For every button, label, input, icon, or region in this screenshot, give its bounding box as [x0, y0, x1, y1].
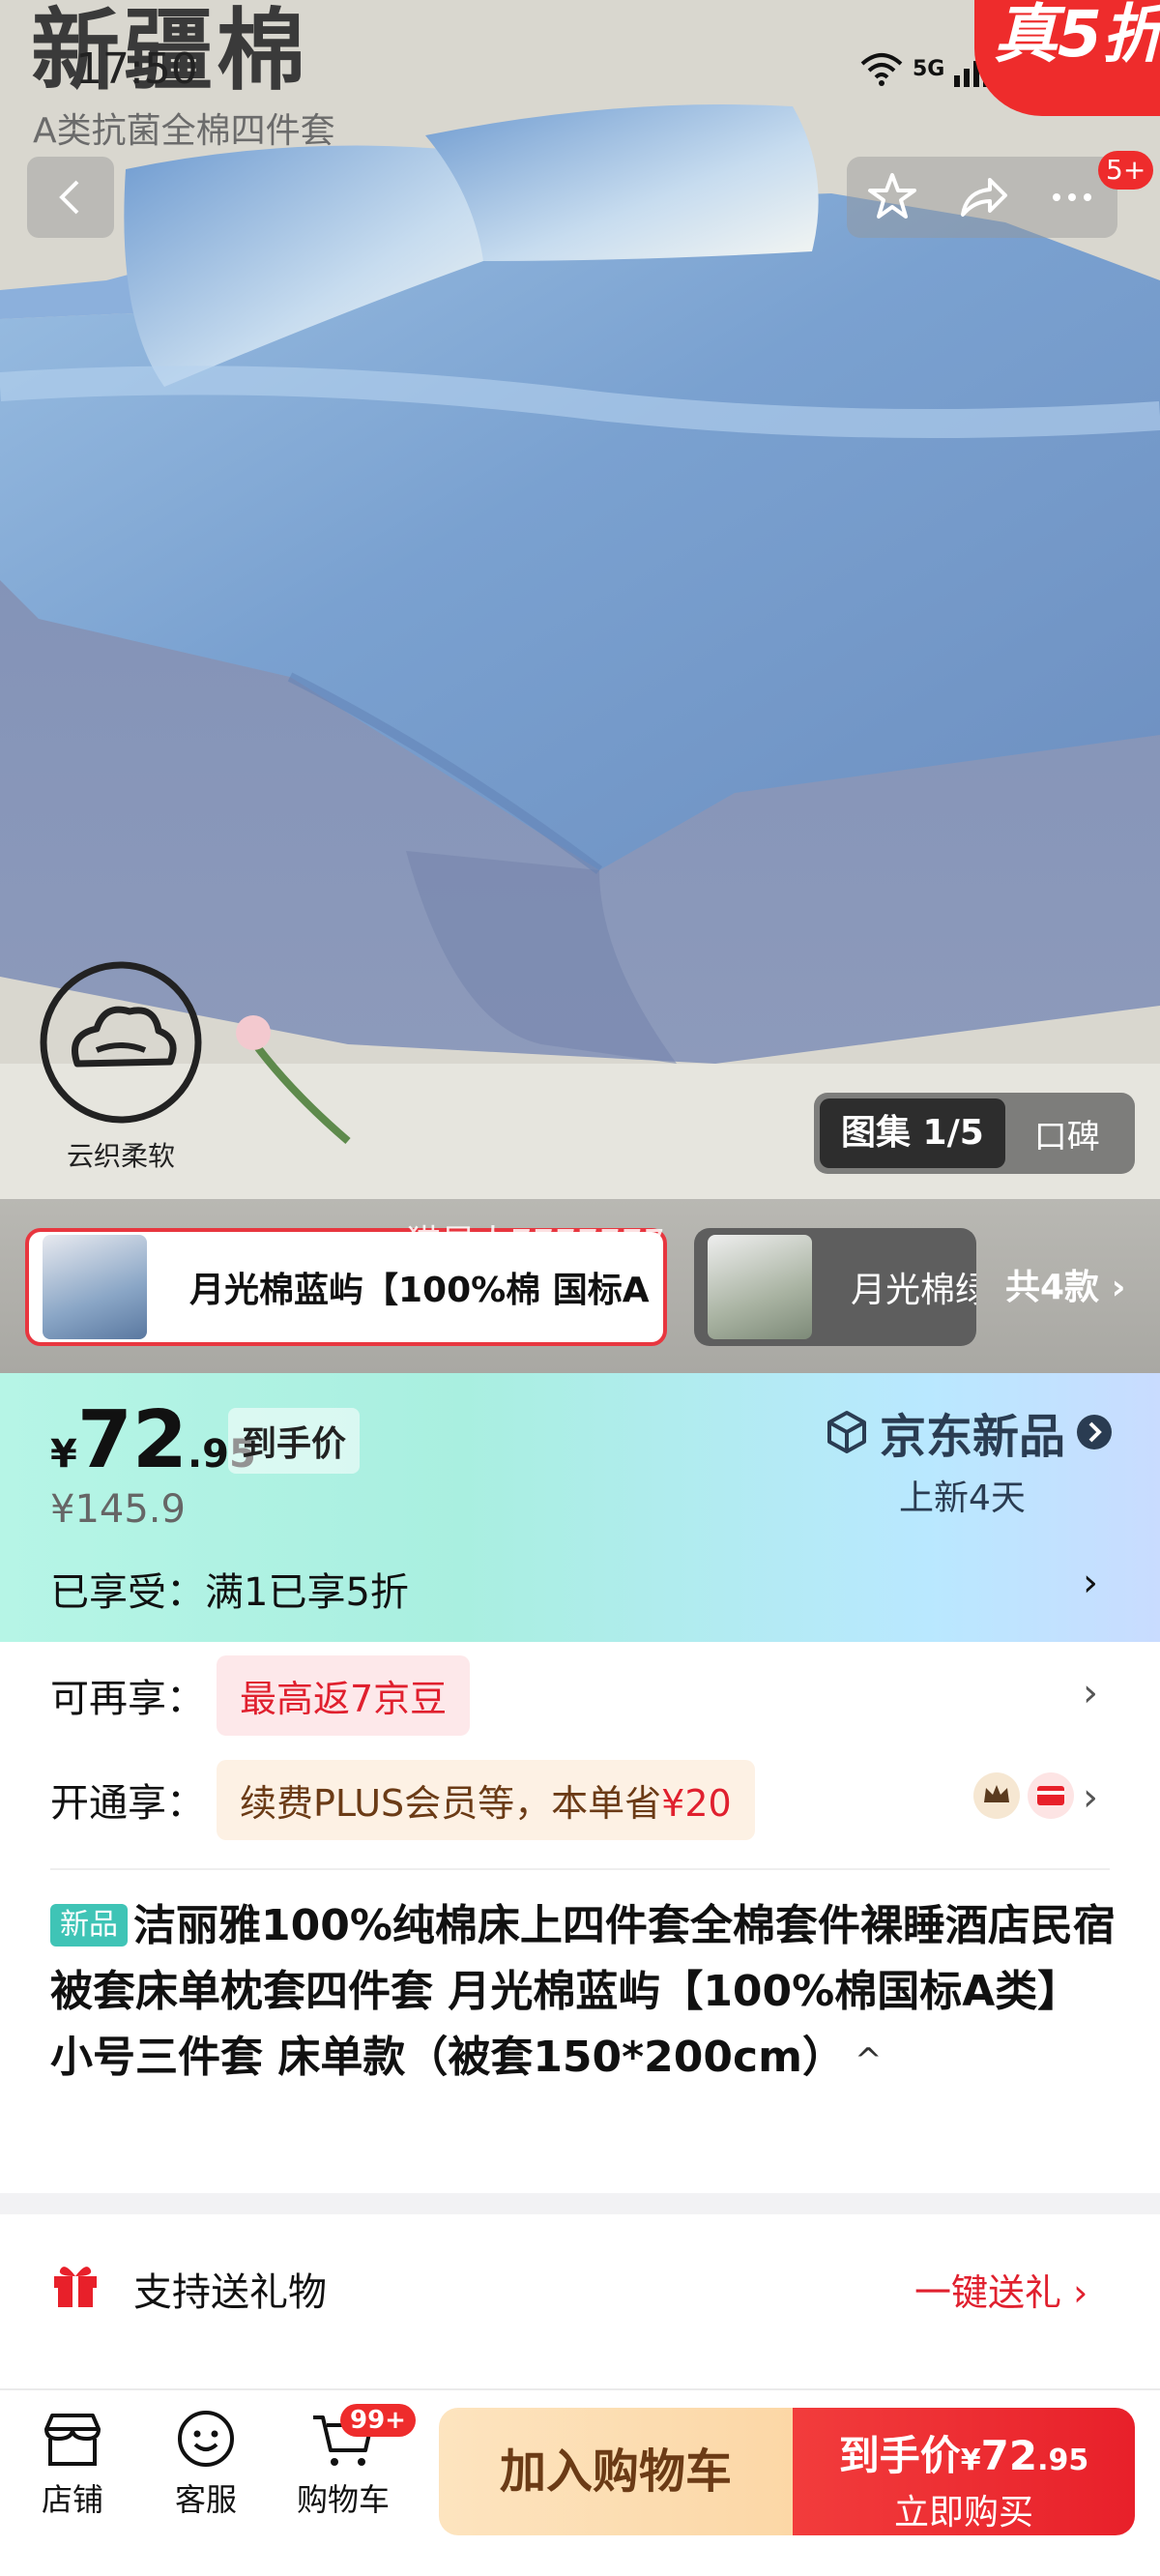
buy-price-line: 到手价¥72.95 [793, 2423, 1135, 2482]
one-click-gift-link[interactable]: 一键送礼 › [914, 2263, 1088, 2316]
benefit-row-plus[interactable]: 开通享： 续费PLUS会员等，本单省¥20 [50, 1759, 755, 1840]
buy-yen: ¥ [960, 2444, 981, 2477]
top-action-group [847, 157, 1117, 238]
product-title-text: 洁丽雅100%纯棉床上四件套全棉套件裸睡酒店民宿被套床单枕套四件套 月光棉蓝屿【… [50, 1901, 1116, 2082]
gallery-switcher: 图集 1/5 口碑 [814, 1093, 1135, 1174]
notification-badge: 5+ [1098, 151, 1154, 190]
buy-now-label: 立即购买 [893, 2493, 1033, 2532]
currency-symbol: ¥ [50, 1432, 77, 1477]
final-price: ¥72.95 [50, 1394, 256, 1486]
wifi-icon [860, 53, 903, 86]
cloud-icon [40, 961, 202, 1124]
product-hero-image[interactable]: 新疆棉 A类抗菌全棉四件套 17:50 5G 77 真5折 [0, 0, 1160, 1199]
store-icon [44, 2414, 101, 2466]
variant-label: 月光棉蓝屿【100%棉 国标A [189, 1271, 650, 1310]
cart-button[interactable]: 购物车 99+ [280, 2404, 416, 2520]
cart-count-badge: 99+ [340, 2404, 416, 2437]
gift-support-text: 支持送礼物 [133, 2270, 327, 2315]
variant-count-link[interactable]: 共4款 › [1005, 1259, 1125, 1309]
bottom-action-bar: 店铺 客服 购物车 99+ 加入购物车 到手价¥72.95 立即购买 [0, 2388, 1160, 2576]
plus-icons [972, 1771, 1075, 1820]
plus-member-chip: 续费PLUS会员等，本单省¥20 [217, 1759, 755, 1840]
variant-strip: 月光棉蓝屿【100%棉 国标A 月光棉绿 猫星人7777777 共4款 › [0, 1199, 1160, 1373]
jd-beans-chip: 最高返7京豆 [217, 1654, 471, 1736]
plus-chip-text: 续费PLUS会员等，本单省 [240, 1781, 662, 1825]
back-button[interactable] [27, 157, 114, 238]
chevron-right-icon[interactable]: › [1083, 1671, 1098, 1715]
gallery-tab[interactable]: 图集 1/5 [820, 1098, 1005, 1168]
cube-icon [827, 1411, 866, 1453]
applied-promo[interactable]: 已享受：满1已享5折 [50, 1561, 409, 1617]
add-to-cart-button[interactable]: 加入购物车 [439, 2408, 793, 2535]
benefit-label: 开通享： [50, 1781, 205, 1826]
collapse-caret-icon[interactable]: ^ [845, 2041, 883, 2080]
original-price: ¥145.9 [50, 1487, 186, 1532]
card-icon [1028, 1772, 1074, 1819]
customer-service-button[interactable]: 客服 [143, 2410, 269, 2520]
gift-row[interactable]: 支持送礼物 一键送礼 › [0, 2214, 1160, 2359]
cloud-soft-logo: 云织柔软 [29, 957, 213, 1180]
variant-thumbnail [43, 1235, 147, 1339]
store-button[interactable]: 店铺 [10, 2410, 135, 2520]
brand-subtitle: A类抗菌全棉四件套 [33, 111, 335, 151]
divider [50, 1868, 1110, 1870]
buy-price-prefix: 到手价 [838, 2432, 961, 2479]
user-watermark: 猫星人7777777 [406, 1223, 666, 1263]
service-label: 客服 [174, 2481, 237, 2518]
cart-label: 购物车 [296, 2481, 390, 2518]
benefit-label: 可再享： [50, 1677, 205, 1721]
price-panel: ¥72.95 到手价 ¥145.9 京东新品 上新4天 已享受：满1已享5折 › [0, 1373, 1160, 1642]
share-icon[interactable] [955, 170, 1009, 224]
benefit-row-beans[interactable]: 可再享： 最高返7京豆 [50, 1654, 471, 1736]
status-time: 17:50 [75, 44, 198, 94]
plus-saving-amount: ¥20 [661, 1781, 732, 1825]
chevron-right-circle-icon [1077, 1415, 1113, 1449]
jd-new-label: 京东新品 [880, 1410, 1066, 1464]
cloud-label: 云织柔软 [66, 1140, 175, 1172]
jd-new-product-link[interactable]: 京东新品 [824, 1398, 1114, 1466]
discount-badge[interactable]: 真5折 [974, 0, 1160, 116]
product-title: 新品 洁丽雅100%纯棉床上四件套全棉套件裸睡酒店民宿被套床单枕套四件套 月光棉蓝… [50, 1893, 1123, 2093]
buy-int: 72 [980, 2432, 1038, 2479]
next-section-peek [0, 2359, 1160, 2388]
gift-icon [54, 2267, 97, 2307]
buy-now-button[interactable]: 到手价¥72.95 立即购买 [793, 2408, 1135, 2535]
variant-thumbnail [708, 1235, 812, 1339]
crown-icon [973, 1772, 1020, 1819]
new-badge: 新品 [50, 1904, 128, 1947]
buy-dec: .95 [1037, 2444, 1089, 2477]
chevron-left-icon [59, 180, 79, 215]
reviews-tab[interactable]: 口碑 [1005, 1110, 1100, 1157]
variant-label: 月光棉绿 [851, 1271, 976, 1310]
chevron-right-icon[interactable]: › [1083, 1561, 1098, 1605]
more-icon[interactable] [1045, 170, 1099, 224]
final-price-tag: 到手价 [228, 1408, 361, 1474]
smiley-chat-icon [178, 2411, 234, 2467]
launch-days: 上新4天 [899, 1478, 1026, 1518]
variant-option[interactable]: 月光棉绿 [694, 1228, 976, 1346]
store-label: 店铺 [41, 2481, 103, 2518]
price-integer: 72 [76, 1394, 188, 1486]
star-icon[interactable] [865, 170, 919, 224]
network-type: 5G [913, 57, 945, 81]
chevron-right-icon[interactable]: › [1083, 1775, 1098, 1820]
